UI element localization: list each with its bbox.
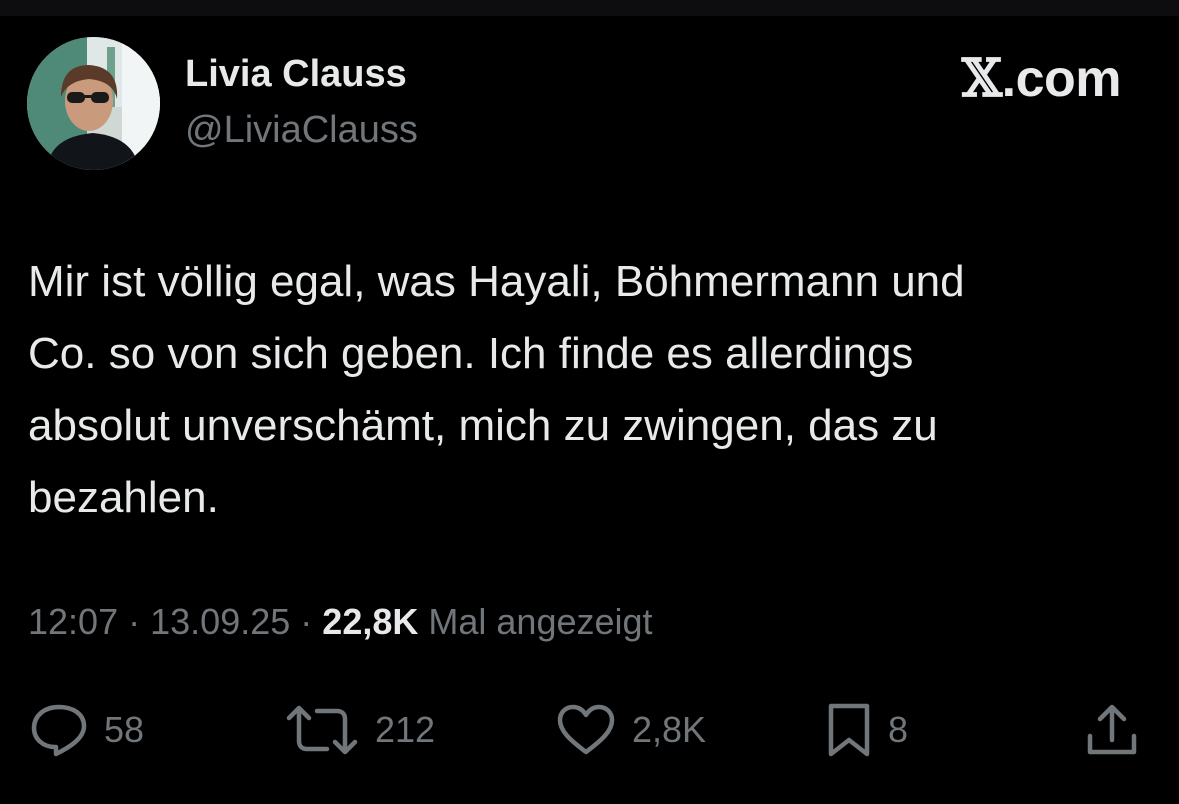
brand-domain: .com [1001, 50, 1122, 108]
views-count: 22,8K [322, 601, 419, 642]
reply-button[interactable]: 58 [30, 690, 144, 770]
tweet-meta: 12:07 · 13.09.25 · 22,8K Mal angezeigt [28, 600, 653, 643]
tweet-text: Mir ist völlig egal, was Hayali, Böhmerm… [28, 257, 965, 522]
tweet-date[interactable]: 13.09.25 [150, 601, 290, 642]
heart-icon [557, 704, 615, 755]
like-button[interactable]: 2,8K [556, 690, 706, 770]
x-logo-icon: 𝕏 [961, 48, 1002, 109]
bookmark-button[interactable]: 8 [826, 690, 908, 770]
share-icon [1087, 704, 1137, 755]
meta-separator-2: · [300, 601, 313, 642]
author-name[interactable]: Livia Clauss [185, 52, 407, 98]
bookmark-count: 8 [888, 709, 909, 750]
share-button[interactable] [1084, 690, 1140, 770]
top-strip [0, 0, 1179, 16]
reply-count: 58 [104, 709, 145, 750]
repost-button[interactable]: 212 [285, 690, 435, 770]
avatar[interactable] [27, 37, 160, 170]
like-count: 2,8K [632, 709, 707, 750]
tweet-time[interactable]: 12:07 [28, 601, 118, 642]
views-label: Mal angezeigt [428, 601, 653, 642]
meta-separator: · [128, 601, 141, 642]
repost-icon [286, 705, 358, 755]
repost-count: 212 [375, 709, 436, 750]
action-bar: 58 212 2,8K 8 [0, 690, 1179, 770]
brand-logo: 𝕏.com [961, 48, 1122, 110]
author-handle[interactable]: @LiviaClauss [185, 108, 418, 154]
avatar-image [27, 37, 160, 170]
reply-icon [31, 704, 87, 757]
bookmark-icon [828, 703, 870, 757]
